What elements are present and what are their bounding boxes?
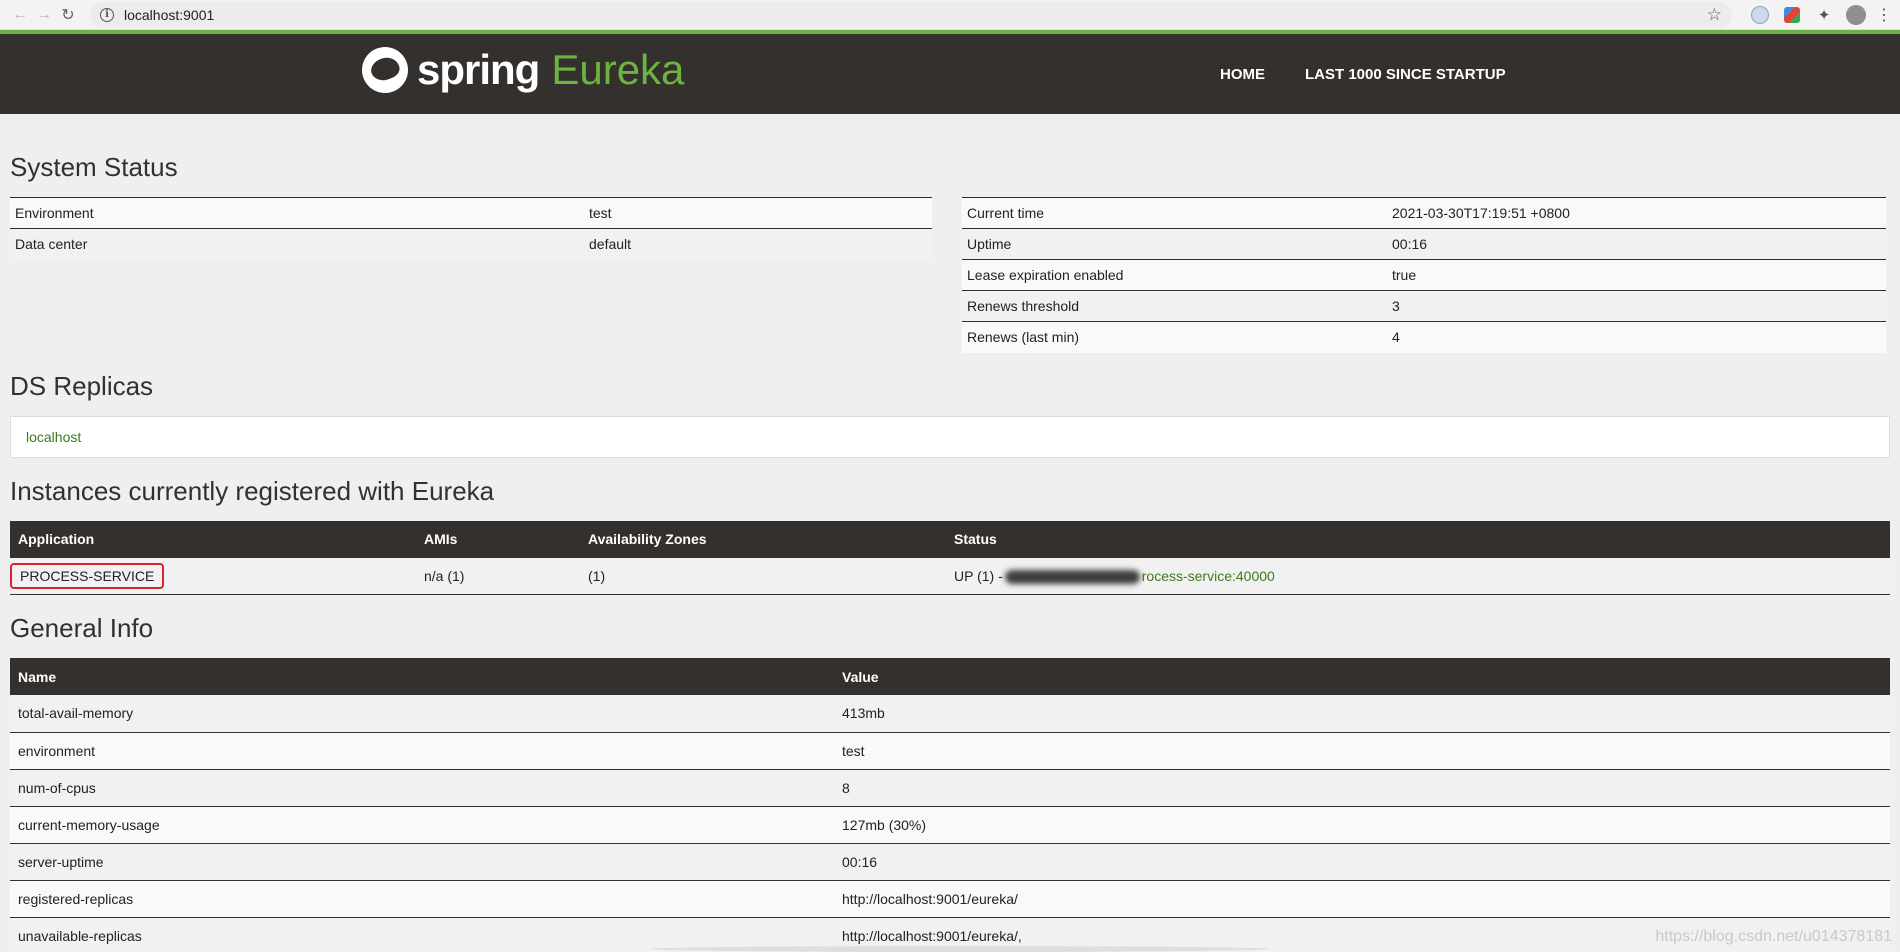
- table-row: Environment test: [10, 197, 932, 229]
- table-row: environment test: [10, 732, 1890, 770]
- table-row: Renews threshold 3: [962, 290, 1886, 322]
- instances-title: Instances currently registered with Eure…: [10, 475, 495, 506]
- table-header-row: Application AMIs Availability Zones Stat…: [10, 520, 1890, 558]
- reload-icon[interactable]: ↻: [56, 3, 80, 27]
- system-status-right-table: Current time 2021-03-30T17:19:51 +0800 U…: [962, 197, 1886, 353]
- zones-cell: (1): [580, 557, 946, 595]
- url-text[interactable]: localhost:9001: [124, 7, 214, 23]
- info-name: registered-replicas: [10, 880, 834, 918]
- application-cell: PROCESS-SERVICE: [10, 557, 416, 595]
- column-header: Name: [10, 658, 834, 695]
- table-row: total-avail-memory 413mb: [10, 695, 1890, 733]
- status-value: true: [1387, 259, 1886, 291]
- spring-leaf-icon: [362, 47, 408, 93]
- table-row: Renews (last min) 4: [962, 321, 1886, 353]
- status-key: Uptime: [962, 228, 1387, 260]
- status-key: Renews (last min): [962, 321, 1387, 353]
- amis-cell: n/a (1): [416, 557, 580, 595]
- status-text: UP (1) -: [954, 567, 1003, 584]
- instances-table: Application AMIs Availability Zones Stat…: [10, 520, 1890, 595]
- info-name: current-memory-usage: [10, 806, 834, 844]
- browser-menu-icon[interactable]: ⋮: [1876, 5, 1892, 25]
- logo-eureka-text: Eureka: [551, 46, 685, 93]
- address-bar[interactable]: i localhost:9001 ☆: [90, 1, 1732, 28]
- column-header: Value: [834, 658, 1890, 695]
- system-status-tables: Environment test Data center default Cur…: [10, 197, 1890, 353]
- instance-link[interactable]: rocess-service:40000: [1142, 568, 1275, 584]
- redacted-host: [1004, 569, 1140, 584]
- status-cell: UP (1) - rocess-service:40000: [946, 557, 1890, 595]
- table-row: server-uptime 00:16: [10, 843, 1890, 881]
- extension-colorful-icon[interactable]: [1780, 3, 1804, 27]
- status-key: Data center: [10, 228, 584, 260]
- info-value: 8: [834, 769, 1890, 807]
- scroll-shadow: [650, 946, 1270, 952]
- logo-spring-text: spring: [417, 46, 540, 93]
- status-value: 00:16: [1387, 228, 1886, 260]
- nav-last1000-link[interactable]: LAST 1000 SINCE STARTUP: [1305, 66, 1506, 83]
- puzzle-icon[interactable]: ✦: [1812, 3, 1836, 27]
- system-status-left-table: Environment test Data center default: [10, 197, 932, 260]
- status-value: 2021-03-30T17:19:51 +0800: [1387, 197, 1886, 229]
- bookmark-star-icon[interactable]: ☆: [1707, 5, 1722, 25]
- column-header: Availability Zones: [580, 520, 946, 558]
- table-row: Uptime 00:16: [962, 228, 1886, 260]
- table-row: Current time 2021-03-30T17:19:51 +0800: [962, 197, 1886, 229]
- status-value: test: [584, 197, 932, 229]
- eureka-navbar: spring Eureka HOME LAST 1000 SINCE START…: [0, 34, 1900, 114]
- status-value: 3: [1387, 290, 1886, 322]
- status-key: Current time: [962, 197, 1387, 229]
- site-info-icon[interactable]: i: [100, 7, 114, 22]
- nav-links: HOME LAST 1000 SINCE STARTUP: [1220, 34, 1506, 114]
- info-name: total-avail-memory: [10, 695, 834, 733]
- info-value: test: [834, 732, 1890, 770]
- profile-avatar-icon[interactable]: [1844, 3, 1868, 27]
- table-row: registered-replicas http://localhost:9001…: [10, 880, 1890, 918]
- info-value: http://localhost:9001/eureka/: [834, 880, 1890, 918]
- column-header: Application: [10, 520, 416, 558]
- general-info-title: General Info: [10, 613, 154, 643]
- replica-link[interactable]: localhost: [26, 429, 81, 445]
- ds-replicas-title: DS Replicas: [10, 370, 154, 401]
- table-header-row: Name Value: [10, 658, 1890, 695]
- info-value: 413mb: [834, 695, 1890, 733]
- status-key: Lease expiration enabled: [962, 259, 1387, 291]
- application-name: PROCESS-SERVICE: [10, 562, 165, 589]
- table-row: current-memory-usage 127mb (30%): [10, 806, 1890, 844]
- general-info-table: Name Value total-avail-memory 413mb envir…: [10, 658, 1890, 952]
- status-key: Environment: [10, 197, 584, 229]
- status-value: 4: [1387, 321, 1886, 353]
- table-row: num-of-cpus 8: [10, 769, 1890, 807]
- forward-icon[interactable]: →: [32, 3, 56, 27]
- table-row: PROCESS-SERVICE n/a (1) (1) UP (1) - roce…: [10, 557, 1890, 595]
- watermark-text: https://blog.csdn.net/u014378181: [1655, 928, 1892, 945]
- system-status-title: System Status: [10, 152, 178, 182]
- table-row: Lease expiration enabled true: [962, 259, 1886, 291]
- info-name: server-uptime: [10, 843, 834, 881]
- main-content: System Status Environment test Data cent…: [0, 152, 1900, 952]
- nav-home-link[interactable]: HOME: [1220, 66, 1265, 83]
- table-row: Data center default: [10, 228, 932, 260]
- info-value: 00:16: [834, 843, 1890, 881]
- info-name: environment: [10, 732, 834, 770]
- column-header: AMIs: [416, 520, 580, 558]
- status-value: default: [584, 228, 932, 260]
- info-name: num-of-cpus: [10, 769, 834, 807]
- info-value: 127mb (30%): [834, 806, 1890, 844]
- column-header: Status: [946, 520, 1890, 558]
- back-icon[interactable]: ←: [8, 3, 32, 27]
- status-key: Renews threshold: [962, 290, 1387, 322]
- spring-eureka-logo[interactable]: spring Eureka: [362, 46, 684, 94]
- ds-replicas-list: localhost: [10, 415, 1890, 458]
- browser-toolbar: ← → ↻ i localhost:9001 ☆ ✦ ⋮: [0, 0, 1900, 30]
- extension-icon[interactable]: [1748, 3, 1772, 27]
